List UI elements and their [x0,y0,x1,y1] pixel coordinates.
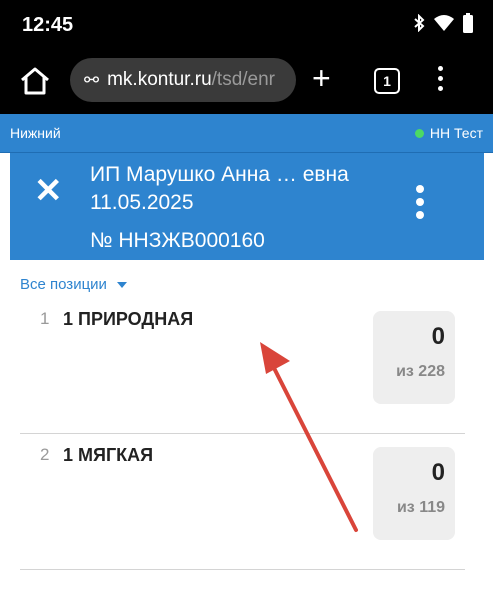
document-date: 11.05.2025 [90,191,194,214]
filter-label: Все позиции [20,276,107,293]
item-counter[interactable]: 0 из 228 [373,311,455,404]
close-icon[interactable]: ✕ [34,171,63,211]
document-header: ✕ ИП Марушко Анна … евна 11.05.2025 № НН… [10,153,484,260]
new-tab-icon[interactable]: + [312,62,331,94]
address-bar[interactable]: ⚯ mk.kontur.ru/tsd/enr [70,58,296,102]
location-label: Нижний [10,125,61,141]
item-index: 2 [40,445,50,464]
url-path: /tsd/enr [211,69,276,90]
total-count: из 119 [396,499,445,516]
browser-menu-icon[interactable] [438,66,446,96]
item-index: 1 [40,309,50,328]
battery-icon [463,13,473,33]
item-title: 1 ПРИРОДНАЯ [63,309,194,329]
list-item[interactable]: 2 1 МЯГКАЯ 0 из 119 [20,433,465,570]
position-filter-dropdown[interactable]: Все позиции [20,276,127,293]
chevron-down-icon [116,282,127,288]
site-settings-icon[interactable]: ⚯ [84,70,99,91]
environment-label: НН Тест [429,125,483,141]
context-bar: Нижний НН Тест [0,114,493,153]
url-host: mk.kontur.ru [107,69,212,90]
tab-switcher-button[interactable]: 1 [374,68,400,94]
counterparty-name: ИП Марушко Анна … евна [90,163,349,186]
total-count: из 228 [396,363,445,380]
item-counter[interactable]: 0 из 119 [373,447,455,540]
status-time: 12:45 [22,14,74,36]
document-number: № ННЗЖВ000160 [90,229,265,252]
scanned-count: 0 [431,459,445,486]
wifi-icon [434,15,454,31]
scanned-count: 0 [431,323,445,350]
home-icon[interactable] [18,66,52,96]
bluetooth-icon [414,14,425,32]
item-title: 1 МЯГКАЯ [63,445,154,465]
status-bar: 12:45 [0,0,493,46]
status-icons [413,13,473,33]
browser-toolbar: ⚯ mk.kontur.ru/tsd/enr + 1 [0,46,493,114]
more-vert-icon[interactable] [416,185,426,224]
environment-badge: НН Тест [414,125,483,141]
status-dot-icon [414,128,424,138]
list-item[interactable]: 1 1 ПРИРОДНАЯ 0 из 228 [20,297,465,434]
